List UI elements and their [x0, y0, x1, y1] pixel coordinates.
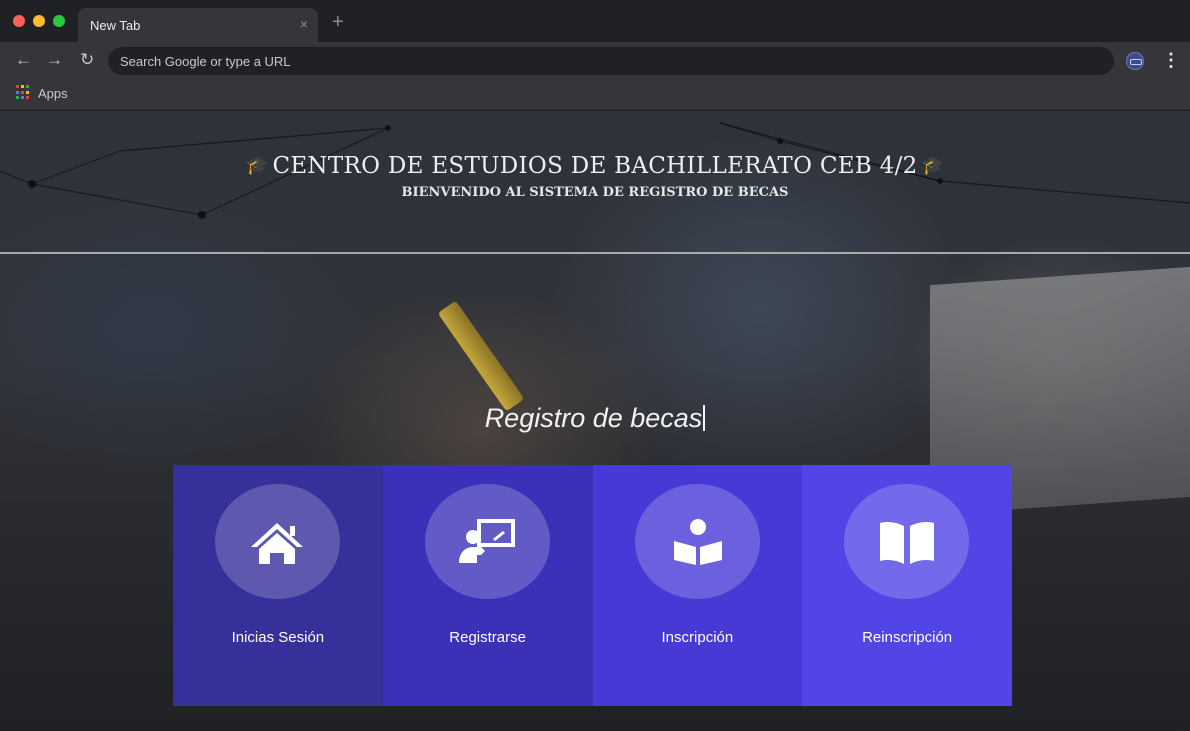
close-window-button[interactable] [13, 15, 25, 27]
site-header: 🎓 CENTRO DE ESTUDIOS DE BACHILLERATO CEB … [0, 153, 1190, 200]
card-inicias-sesion[interactable]: Inicias Sesión [173, 465, 383, 706]
card-label: Inscripción [661, 629, 734, 646]
reload-icon[interactable]: ↻ [80, 50, 94, 70]
maximize-window-button[interactable] [53, 15, 65, 27]
apps-grid-icon[interactable] [16, 85, 31, 100]
typed-heading: Registro de becas [0, 403, 1190, 434]
site-title: CENTRO DE ESTUDIOS DE BACHILLERATO CEB 4… [272, 153, 918, 179]
browser-tab[interactable]: New Tab × [78, 8, 318, 42]
card-registrarse[interactable]: Registrarse [382, 465, 593, 706]
bookmarks-bar: Apps [0, 80, 1190, 110]
extension-icon[interactable] [1126, 52, 1144, 70]
presentation-icon [458, 519, 515, 563]
open-book-icon [880, 522, 935, 564]
card-inscripcion[interactable]: Inscripción [592, 465, 803, 706]
menu-cards: Inicias Sesión Registrarse Inscripción R… [173, 465, 1012, 706]
back-arrow-icon[interactable]: ← [15, 50, 32, 70]
address-bar[interactable]: Search Google or type a URL [108, 47, 1114, 75]
reader-icon [673, 519, 722, 565]
typed-heading-text: Registro de becas [484, 403, 703, 433]
card-reinscripcion[interactable]: Reinscripción [802, 465, 1012, 706]
browser-menu-icon[interactable]: ⋮ [1162, 51, 1180, 69]
card-label: Registrarse [449, 629, 526, 646]
new-tab-button[interactable]: + [332, 12, 344, 32]
graduation-cap-icon: 🎓 [245, 155, 269, 176]
page-viewport: 🎓 CENTRO DE ESTUDIOS DE BACHILLERATO CEB … [0, 111, 1190, 731]
minimize-window-button[interactable] [33, 15, 45, 27]
card-label: Inicias Sesión [231, 629, 325, 646]
tab-title: New Tab [90, 18, 141, 33]
browser-toolbar: ← → ↻ Search Google or type a URL ⋮ [0, 42, 1190, 80]
site-subtitle: BIENVENIDO AL SISTEMA DE REGISTRO DE BEC… [401, 185, 789, 200]
text-cursor [703, 405, 706, 431]
browser-window: New Tab × + ← → ↻ Search Google or type … [0, 0, 1190, 731]
card-label: Reinscripción [862, 629, 953, 646]
forward-arrow-icon[interactable]: → [46, 50, 63, 70]
header-divider [0, 252, 1190, 254]
graduation-cap-icon: 🎓 [921, 155, 945, 176]
home-icon [251, 523, 303, 564]
apps-bookmark[interactable]: Apps [38, 86, 68, 101]
window-controls [13, 15, 65, 27]
address-bar-placeholder: Search Google or type a URL [120, 54, 291, 69]
tab-close-icon[interactable]: × [300, 16, 308, 32]
tab-strip: New Tab × + [0, 0, 1190, 42]
